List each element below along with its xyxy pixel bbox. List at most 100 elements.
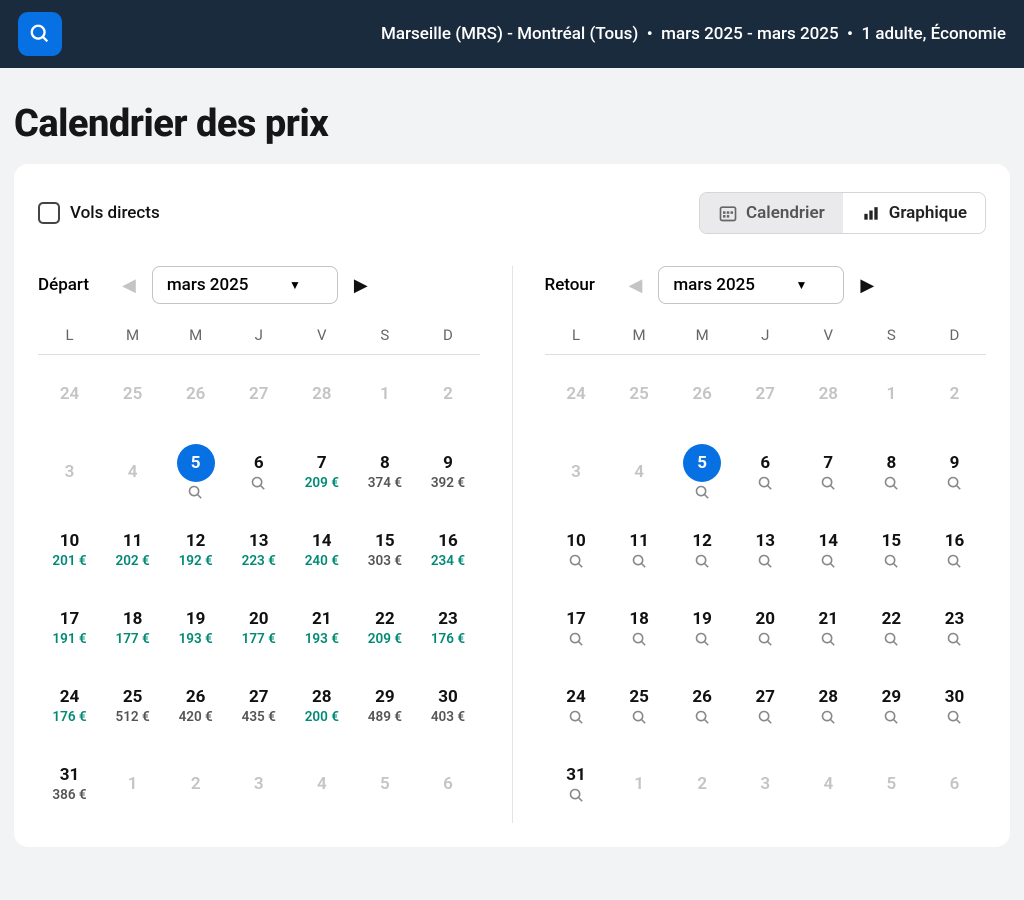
calendar-day[interactable]: 8374 € — [353, 433, 416, 511]
calendar-day[interactable]: 28 — [797, 667, 860, 745]
calendar-day[interactable]: 6 — [734, 433, 797, 511]
calendar-day[interactable]: 22209 € — [353, 589, 416, 667]
prev-month-departure[interactable]: ◀ — [116, 271, 142, 300]
calendar-day[interactable]: 25 — [608, 667, 671, 745]
direct-flights-checkbox[interactable]: Vols directs — [38, 202, 160, 224]
calendar-day[interactable]: 25512 € — [101, 667, 164, 745]
search-price-icon — [187, 484, 204, 501]
search-summary[interactable]: Marseille (MRS) - Montréal (Tous) • mars… — [80, 24, 1006, 44]
calendar-day[interactable]: 21193 € — [290, 589, 353, 667]
calendar-day[interactable]: 30 — [923, 667, 986, 745]
next-month-departure[interactable]: ▶ — [348, 271, 374, 300]
calendar-day[interactable]: 19 — [671, 589, 734, 667]
calendar-day[interactable]: 8 — [860, 433, 923, 511]
day-number: 27 — [249, 687, 269, 707]
calendar-day[interactable]: 5 — [671, 433, 734, 511]
search-price-icon — [694, 631, 711, 648]
view-tab-calendar[interactable]: Calendrier — [700, 193, 843, 233]
day-price: 209 € — [368, 631, 402, 647]
tab-calendar-label: Calendrier — [746, 203, 825, 223]
day-number: 26 — [692, 384, 711, 404]
calendar-day[interactable]: 16234 € — [416, 511, 479, 589]
calendar-day[interactable]: 11 — [608, 511, 671, 589]
dow-label: M — [671, 326, 734, 344]
chevron-down-icon: ▼ — [289, 278, 301, 292]
calendar-day[interactable]: 13223 € — [227, 511, 290, 589]
day-price: 177 € — [242, 631, 276, 647]
calendar-day[interactable]: 14240 € — [290, 511, 353, 589]
search-price-icon — [757, 631, 774, 648]
day-number: 4 — [823, 774, 833, 794]
dow-label: D — [416, 326, 479, 344]
day-number: 10 — [60, 531, 80, 551]
calendar-day[interactable]: 24176 € — [38, 667, 101, 745]
search-price-icon — [250, 475, 267, 492]
day-number: 7 — [823, 453, 833, 473]
view-tab-chart[interactable]: Graphique — [843, 193, 985, 233]
day-number: 31 — [566, 765, 586, 785]
calendar-day[interactable]: 9 — [923, 433, 986, 511]
day-number: 25 — [629, 384, 648, 404]
calendar-day[interactable]: 9392 € — [416, 433, 479, 511]
calendar-day[interactable]: 27 435 € — [227, 667, 290, 745]
calendar-day: 4 — [101, 433, 164, 511]
calendar-day[interactable]: 15 — [860, 511, 923, 589]
calendar-day[interactable]: 13 — [734, 511, 797, 589]
calendar-day[interactable]: 23176 € — [416, 589, 479, 667]
day-number: 4 — [128, 462, 138, 482]
calendar-day[interactable]: 10 — [545, 511, 608, 589]
next-month-return[interactable]: ▶ — [854, 271, 880, 300]
return-grid: 2425262728123456789101112131415161718192… — [545, 355, 987, 823]
calendar-day: 24 — [545, 355, 608, 433]
calendar-day[interactable]: 22 — [860, 589, 923, 667]
calendar-day[interactable]: 31386 € — [38, 745, 101, 823]
calendar-day[interactable]: 26420 € — [164, 667, 227, 745]
calendar-day[interactable]: 17 — [545, 589, 608, 667]
calendar-day[interactable]: 24 — [545, 667, 608, 745]
calendar-day: 1 — [353, 355, 416, 433]
calendar-day[interactable]: 27 — [734, 667, 797, 745]
departure-month-select[interactable]: mars 2025 ▼ — [152, 266, 338, 304]
calendar-day[interactable]: 23 — [923, 589, 986, 667]
calendar-day: 5 — [860, 745, 923, 823]
day-number: 24 — [60, 687, 80, 707]
checkbox-icon — [38, 202, 60, 224]
calendar-day[interactable]: 19193 € — [164, 589, 227, 667]
calendar-day[interactable]: 5 — [164, 433, 227, 511]
calendar-day[interactable]: 28200 € — [290, 667, 353, 745]
calendar-day[interactable]: 30403 € — [416, 667, 479, 745]
prev-month-return[interactable]: ◀ — [623, 271, 649, 300]
calendar-day[interactable]: 12 — [671, 511, 734, 589]
calendar-day[interactable]: 14 — [797, 511, 860, 589]
calendar-day[interactable]: 20 — [734, 589, 797, 667]
calendar-day[interactable]: 18 — [608, 589, 671, 667]
calendar-day[interactable]: 20177 € — [227, 589, 290, 667]
dow-header-return: LMMJVSD — [545, 326, 987, 355]
day-price: 403 € — [431, 709, 465, 725]
calendar-day[interactable]: 15303 € — [353, 511, 416, 589]
calendar-day[interactable]: 31 — [545, 745, 608, 823]
day-number: 9 — [443, 453, 453, 473]
calendar-day[interactable]: 6 — [227, 433, 290, 511]
return-calendar: Retour ◀ mars 2025 ▼ ▶ LMMJVSD 242526272… — [545, 266, 987, 823]
day-price: 512 € — [115, 709, 149, 725]
search-button[interactable] — [18, 12, 62, 56]
search-price-icon — [883, 475, 900, 492]
calendar-day[interactable]: 10201 € — [38, 511, 101, 589]
calendar-day[interactable]: 7209 € — [290, 433, 353, 511]
departure-calendar: Départ ◀ mars 2025 ▼ ▶ LMMJVSD 242526272… — [38, 266, 480, 823]
calendar-day[interactable]: 16 — [923, 511, 986, 589]
day-price: 435 € — [242, 709, 276, 725]
calendar-day[interactable]: 18177 € — [101, 589, 164, 667]
calendar-day[interactable]: 26 — [671, 667, 734, 745]
calendar-day[interactable]: 17191 € — [38, 589, 101, 667]
calendar-day[interactable]: 12192 € — [164, 511, 227, 589]
calendar-day[interactable]: 7 — [797, 433, 860, 511]
return-month-select[interactable]: mars 2025 ▼ — [658, 266, 844, 304]
calendar-day[interactable]: 11202 € — [101, 511, 164, 589]
search-price-icon — [946, 631, 963, 648]
day-number: 22 — [882, 609, 902, 629]
calendar-day[interactable]: 21 — [797, 589, 860, 667]
calendar-day[interactable]: 29489 € — [353, 667, 416, 745]
calendar-day[interactable]: 29 — [860, 667, 923, 745]
